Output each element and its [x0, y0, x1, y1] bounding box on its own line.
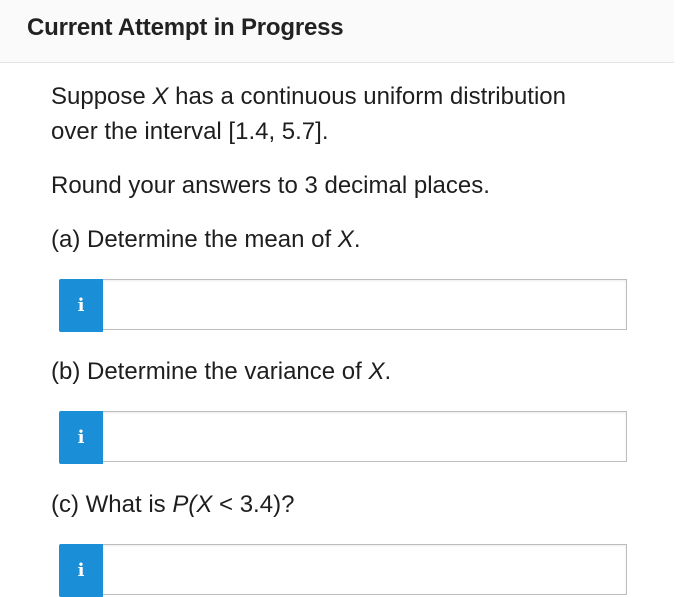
part-c-answer-row: i	[59, 544, 629, 597]
part-a-label: (a) Determine the mean of X.	[51, 226, 361, 253]
part-b-label: (b) Determine the variance of X.	[51, 358, 392, 385]
question-interval: over the interval [1.4, 5.7].	[51, 118, 329, 145]
part-c-info-button[interactable]: i	[59, 544, 103, 597]
part-b-answer-row: i	[59, 411, 629, 464]
part-a-answer-input[interactable]	[103, 279, 627, 330]
part-c-label: (c) What is P(X < 3.4)?	[51, 491, 295, 518]
page: Current Attempt in Progress Suppose X ha…	[0, 0, 700, 597]
part-c-answer-input[interactable]	[103, 544, 627, 595]
info-icon: i	[77, 427, 85, 448]
variable-x: X	[152, 83, 169, 110]
rounding-instruction: Round your answers to 3 decimal places.	[51, 172, 490, 199]
info-icon: i	[77, 560, 85, 581]
page-title: Current Attempt in Progress	[27, 14, 344, 41]
header-bar: Current Attempt in Progress	[0, 0, 674, 63]
info-icon: i	[77, 295, 85, 316]
part-a-info-button[interactable]: i	[59, 279, 103, 332]
part-b-info-button[interactable]: i	[59, 411, 103, 464]
question-intro: Suppose X has a continuous uniform distr…	[51, 83, 566, 110]
part-b-answer-input[interactable]	[103, 411, 627, 462]
part-a-answer-row: i	[59, 279, 629, 332]
